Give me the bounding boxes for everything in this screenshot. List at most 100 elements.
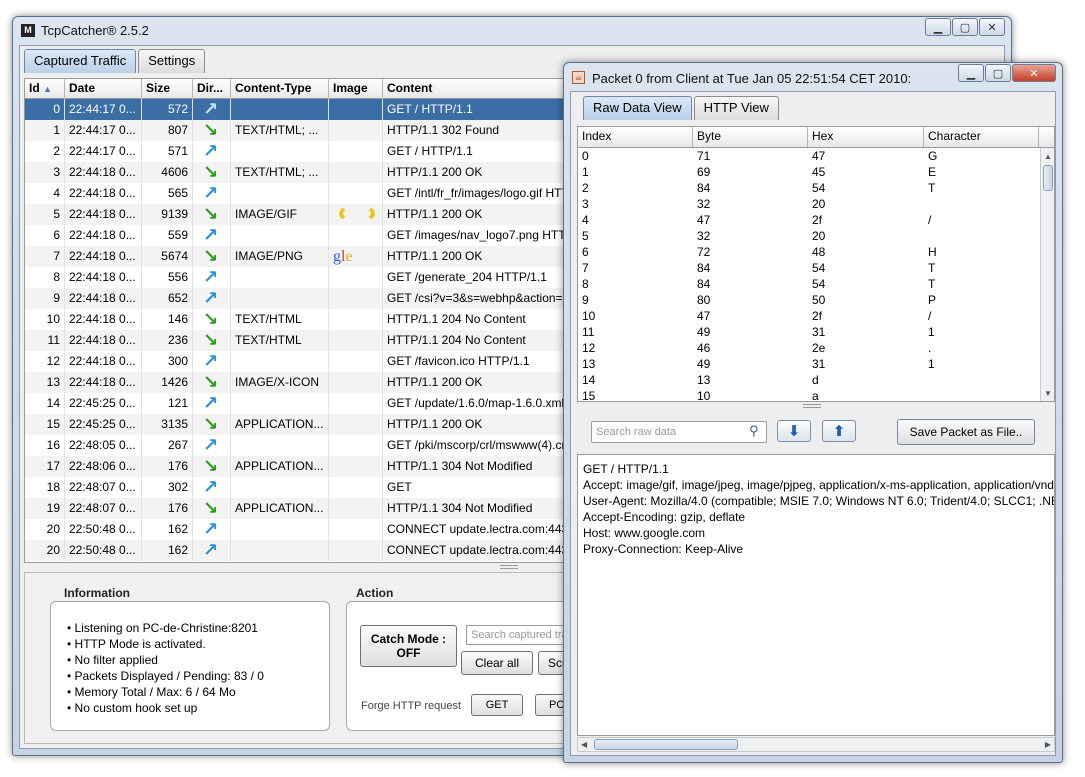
packet-titlebar[interactable]: ☕ Packet 0 from Client at Tue Jan 05 22:… <box>564 63 1062 91</box>
scroll-thumb[interactable] <box>1043 165 1053 191</box>
cell-image <box>329 99 383 120</box>
maximize-icon[interactable]: ▢ <box>952 18 978 36</box>
col-content-type[interactable]: Content-Type <box>231 79 329 99</box>
raw-data-row[interactable]: 7 84 54 T <box>578 260 1040 276</box>
packet-client: Raw Data View HTTP View Index Byte Hex C… <box>570 91 1056 756</box>
tab-raw-data-view[interactable]: Raw Data View <box>583 96 692 120</box>
cell-image <box>329 309 383 330</box>
cell-id: 10 <box>25 309 65 330</box>
cell-size: 9139 <box>142 204 193 225</box>
raw-data-row[interactable]: 8 84 54 T <box>578 276 1040 292</box>
raw-data-row[interactable]: 15 10 a <box>578 388 1040 401</box>
cell-size: 556 <box>142 267 193 288</box>
search-icon[interactable]: ⚲ <box>749 423 759 439</box>
cell-direction: ↗ <box>193 435 231 456</box>
search-raw-data-input[interactable]: Search raw data <box>591 421 767 443</box>
cell-direction: ↘ <box>193 372 231 393</box>
raw-text-line: Accept-Encoding: gzip, deflate <box>583 510 746 524</box>
scroll-right-icon[interactable]: ▶ <box>1045 740 1051 749</box>
cell-image <box>329 141 383 162</box>
col-id[interactable]: Id ▲ <box>25 79 65 99</box>
search-traffic-input[interactable]: Search captured traffic <box>466 625 576 645</box>
hscroll-thumb[interactable] <box>594 739 738 750</box>
col-date[interactable]: Date <box>65 79 142 99</box>
col-index[interactable]: Index <box>578 127 693 147</box>
col-byte[interactable]: Byte <box>693 127 808 147</box>
cell-hex: 2f <box>812 309 823 323</box>
cell-size: 121 <box>142 393 193 414</box>
cell-id: 17 <box>25 456 65 477</box>
cell-character: T <box>928 261 936 275</box>
search-previous-up-button[interactable]: ⬆ <box>822 420 856 442</box>
col-character[interactable]: Character <box>924 127 1039 147</box>
cell-character: / <box>928 213 932 227</box>
save-packet-button[interactable]: Save Packet as File.. <box>897 419 1035 445</box>
raw-data-row[interactable]: 0 71 47 G <box>578 148 1040 164</box>
close-icon[interactable]: ✕ <box>1012 64 1056 82</box>
search-next-down-button[interactable]: ⬇ <box>777 420 811 442</box>
cell-content-type <box>231 519 329 540</box>
cell-content-type <box>231 141 329 162</box>
minimize-icon[interactable]: ▁ <box>925 18 951 36</box>
raw-data-row[interactable]: 14 13 d <box>578 372 1040 388</box>
forge-get-button[interactable]: GET <box>471 694 523 716</box>
cell-hex: 54 <box>812 277 826 291</box>
cell-byte: 13 <box>697 373 711 387</box>
raw-text-area[interactable]: GET / HTTP/1.1 Accept: image/gif, image/j… <box>577 454 1055 736</box>
col-image[interactable]: Image <box>329 79 383 99</box>
tab-http-view[interactable]: HTTP View <box>693 96 779 120</box>
raw-data-row[interactable]: 4 47 2f / <box>578 212 1040 228</box>
cell-content-type: APPLICATION... <box>231 414 329 435</box>
cell-image <box>329 540 383 561</box>
main-titlebar[interactable]: M TcpCatcher® 2.5.2 ▁ ▢ ✕ <box>13 17 1011 45</box>
cell-image: gle <box>329 246 383 267</box>
cell-date: 22:44:18 0... <box>65 183 142 204</box>
cell-size: 176 <box>142 498 193 519</box>
splitter-handle[interactable] <box>500 565 518 569</box>
cell-direction: ↘ <box>193 330 231 351</box>
cell-byte: 47 <box>697 309 711 323</box>
raw-data-row[interactable]: 12 46 2e. <box>578 340 1040 356</box>
raw-data-row[interactable]: 10 47 2f / <box>578 308 1040 324</box>
raw-data-row[interactable]: 6 72 48 H <box>578 244 1040 260</box>
cell-size: 146 <box>142 309 193 330</box>
packet-splitter-handle[interactable] <box>803 404 821 408</box>
tab-settings[interactable]: Settings <box>138 49 206 73</box>
col-direction[interactable]: Dir... <box>193 79 231 99</box>
info-line: • Listening on PC-de-Christine:8201 <box>67 621 258 635</box>
raw-text-hscrollbar[interactable]: ◀ ▶ <box>577 737 1055 752</box>
raw-data-row[interactable]: 5 32 20 <box>578 228 1040 244</box>
minimize-icon[interactable]: ▁ <box>958 64 984 82</box>
clear-all-button[interactable]: Clear all <box>461 651 533 675</box>
scroll-up-icon[interactable]: ▲ <box>1041 148 1054 164</box>
maximize-icon[interactable]: ▢ <box>985 64 1011 82</box>
cell-date: 22:44:18 0... <box>65 246 142 267</box>
cell-index: 9 <box>582 293 589 307</box>
scroll-down-icon[interactable]: ▼ <box>1041 385 1054 401</box>
col-size[interactable]: Size <box>142 79 193 99</box>
raw-data-row[interactable]: 1 69 45 E <box>578 164 1040 180</box>
cell-character: H <box>928 245 937 259</box>
cell-date: 22:48:06 0... <box>65 456 142 477</box>
cell-hex: 45 <box>812 165 826 179</box>
raw-data-row[interactable]: 3 32 20 <box>578 196 1040 212</box>
catch-mode-button[interactable]: Catch Mode : OFF <box>360 625 457 667</box>
tab-captured-traffic[interactable]: Captured Traffic <box>24 49 137 73</box>
col-hex[interactable]: Hex <box>808 127 924 147</box>
close-icon[interactable]: ✕ <box>979 18 1005 36</box>
raw-data-row[interactable]: 11 49 31 1 <box>578 324 1040 340</box>
incoming-arrow-icon: ↘ <box>203 414 219 434</box>
raw-table-scrollbar[interactable]: ▲ ▼ <box>1040 148 1054 401</box>
cell-date: 22:44:18 0... <box>65 330 142 351</box>
cell-id: 0 <box>25 99 65 120</box>
cell-character: P <box>928 293 937 307</box>
raw-data-row[interactable]: 13 49 31 1 <box>578 356 1040 372</box>
raw-data-row[interactable]: 2 84 54 T <box>578 180 1040 196</box>
cell-index: 13 <box>582 357 596 371</box>
cell-content-type <box>231 477 329 498</box>
cell-date: 22:44:18 0... <box>65 372 142 393</box>
cell-size: 571 <box>142 141 193 162</box>
raw-data-row[interactable]: 9 80 50 P <box>578 292 1040 308</box>
cell-id: 3 <box>25 162 65 183</box>
scroll-left-icon[interactable]: ◀ <box>581 740 587 749</box>
